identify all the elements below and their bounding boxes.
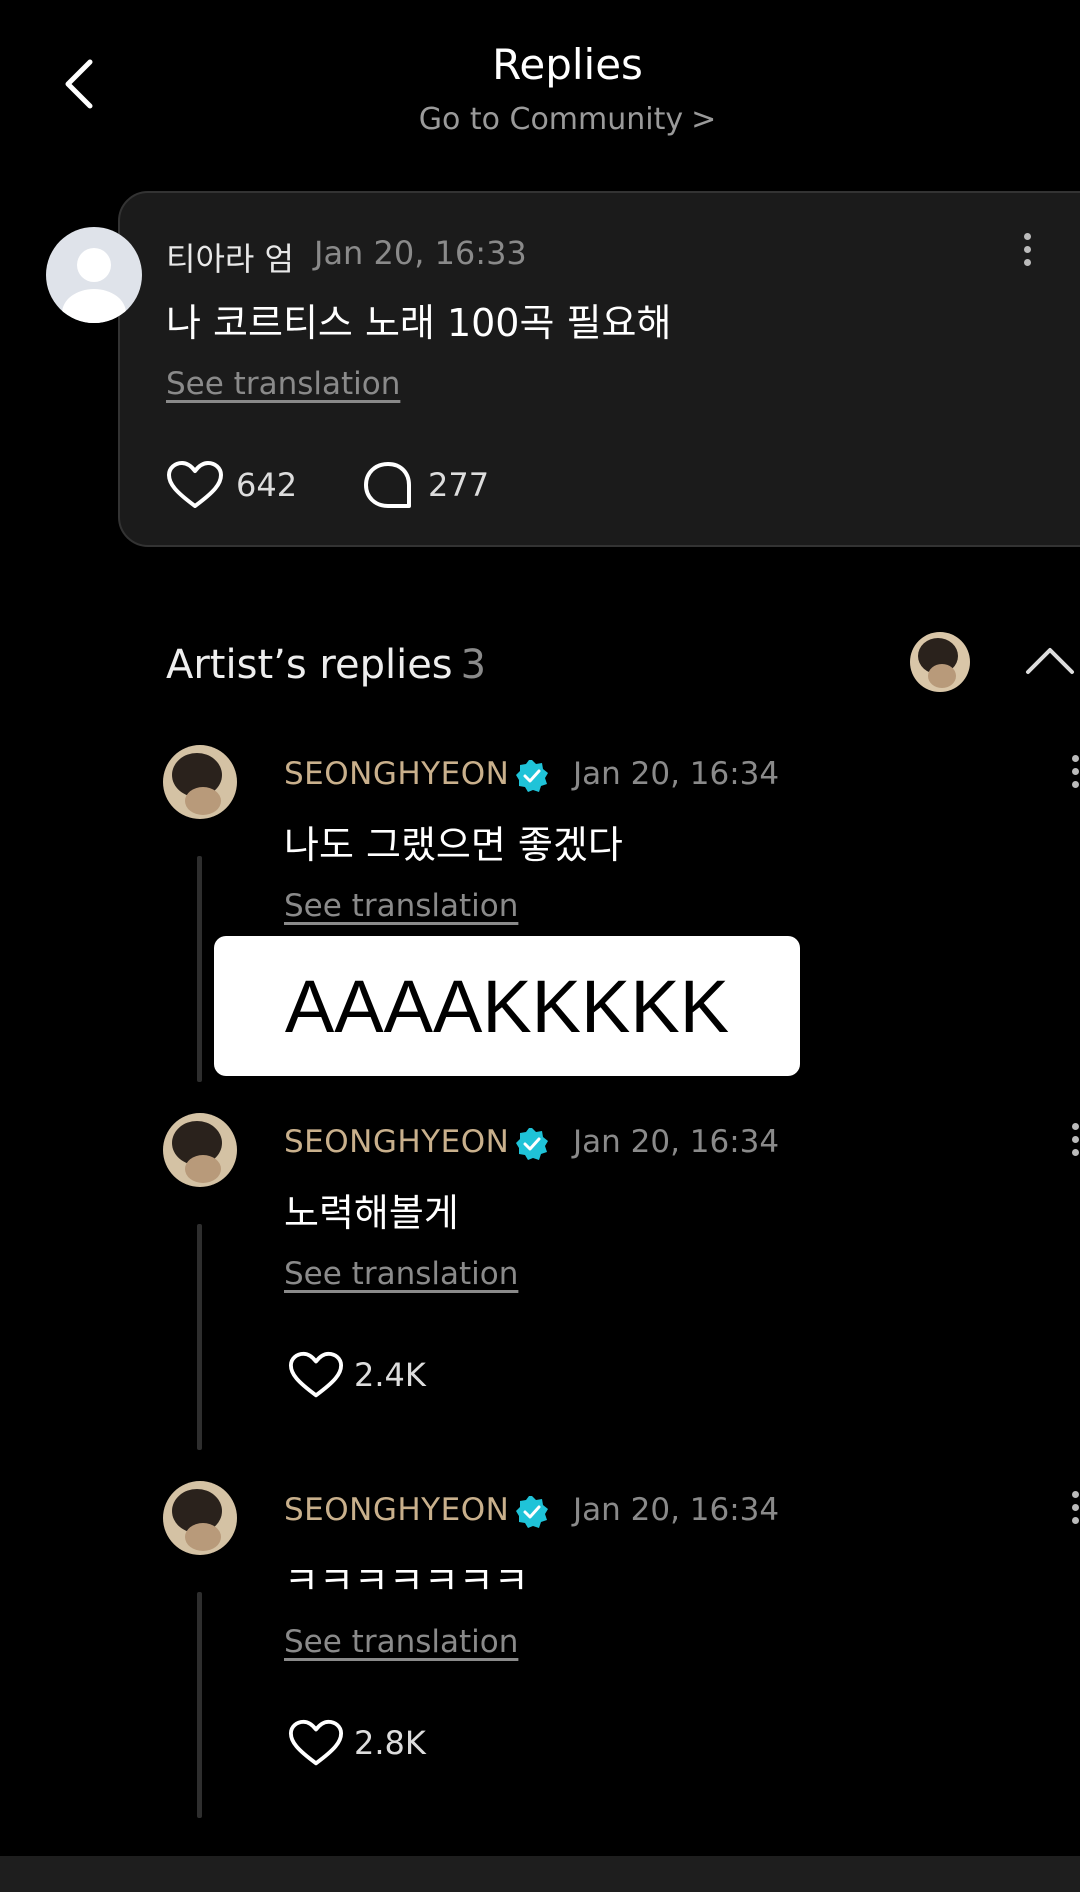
more-vertical-icon (1012, 233, 1042, 266)
artist-replies-count: 3 (460, 642, 487, 688)
reply-button[interactable] (362, 460, 414, 512)
like-count: 642 (236, 466, 298, 504)
reply-text: 나도 그랬으면 좋겠다 (284, 823, 623, 867)
artist-photo (910, 632, 970, 692)
reply-author[interactable]: SEONGHYEON (284, 756, 509, 792)
avatar[interactable] (46, 227, 142, 323)
artist-avatar (910, 632, 970, 692)
see-translation-link[interactable]: See translation (284, 888, 518, 924)
reply-author[interactable]: SEONGHYEON (284, 1492, 509, 1528)
heart-icon (288, 1351, 344, 1398)
chevron-right-icon: > (691, 102, 717, 137)
comment-author[interactable]: 티아라 엄 (166, 234, 294, 280)
like-count: 2.4K (354, 1356, 426, 1394)
more-vertical-icon (1060, 755, 1080, 788)
comment-more-button[interactable] (1012, 233, 1042, 273)
heart-icon (167, 461, 223, 508)
reply-text: 노력해볼게 (284, 1191, 459, 1235)
verified-badge (515, 1495, 549, 1529)
artist-photo (163, 1113, 237, 1187)
reply-more-button[interactable] (1060, 1123, 1080, 1163)
overlay-caption: AAAAKKKKK (214, 936, 800, 1076)
verified-badge (515, 759, 549, 793)
artist-avatar[interactable] (163, 745, 237, 819)
verified-check-icon (516, 1496, 548, 1528)
reply-count: 277 (428, 466, 490, 504)
reply-more-button[interactable] (1060, 1491, 1080, 1531)
comment-text: 나 코르티스 노래 100곡 필요해 (166, 301, 672, 345)
verified-check-icon (516, 1128, 548, 1160)
heart-icon (288, 1719, 344, 1766)
bottom-bar (0, 1856, 1080, 1892)
artist-avatar[interactable] (163, 1113, 237, 1187)
reply-author[interactable]: SEONGHYEON (284, 1124, 509, 1160)
like-count: 2.8K (354, 1724, 426, 1762)
reply-timestamp: Jan 20, 16:34 (573, 1492, 780, 1528)
verified-badge (515, 1127, 549, 1161)
like-button[interactable] (166, 460, 224, 510)
thread-line (197, 856, 202, 1082)
artist-replies-toggle[interactable]: Artist’s replies 3 (166, 642, 486, 688)
page-title: Replies (492, 40, 643, 89)
see-translation-link[interactable]: See translation (284, 1256, 518, 1292)
see-translation-link[interactable]: See translation (166, 366, 400, 402)
thread-line (197, 1224, 202, 1450)
thread-line (197, 1592, 202, 1818)
go-to-community-label: Go to Community (418, 102, 684, 137)
verified-check-icon (516, 760, 548, 792)
comment-timestamp: Jan 20, 16:33 (314, 234, 527, 272)
more-vertical-icon (1060, 1491, 1080, 1524)
artist-photo (163, 1481, 237, 1555)
reply-text: ㅋㅋㅋㅋㅋㅋㅋ (284, 1559, 529, 1603)
like-button[interactable] (288, 1718, 344, 1768)
reply-timestamp: Jan 20, 16:34 (573, 1124, 780, 1160)
go-to-community-link[interactable]: Go to Community > (0, 102, 1080, 137)
artist-replies-title: Artist’s replies (166, 642, 453, 688)
more-vertical-icon (1060, 1123, 1080, 1156)
collapse-button[interactable] (1024, 644, 1076, 676)
reply-timestamp: Jan 20, 16:34 (573, 756, 780, 792)
see-translation-link[interactable]: See translation (284, 1624, 518, 1660)
artist-avatar[interactable] (163, 1481, 237, 1555)
chat-bubble-icon (364, 462, 411, 508)
artist-photo (163, 745, 237, 819)
reply-more-button[interactable] (1060, 755, 1080, 795)
chevron-up-icon (1026, 648, 1074, 674)
like-button[interactable] (288, 1350, 344, 1400)
default-user-icon (62, 248, 126, 323)
